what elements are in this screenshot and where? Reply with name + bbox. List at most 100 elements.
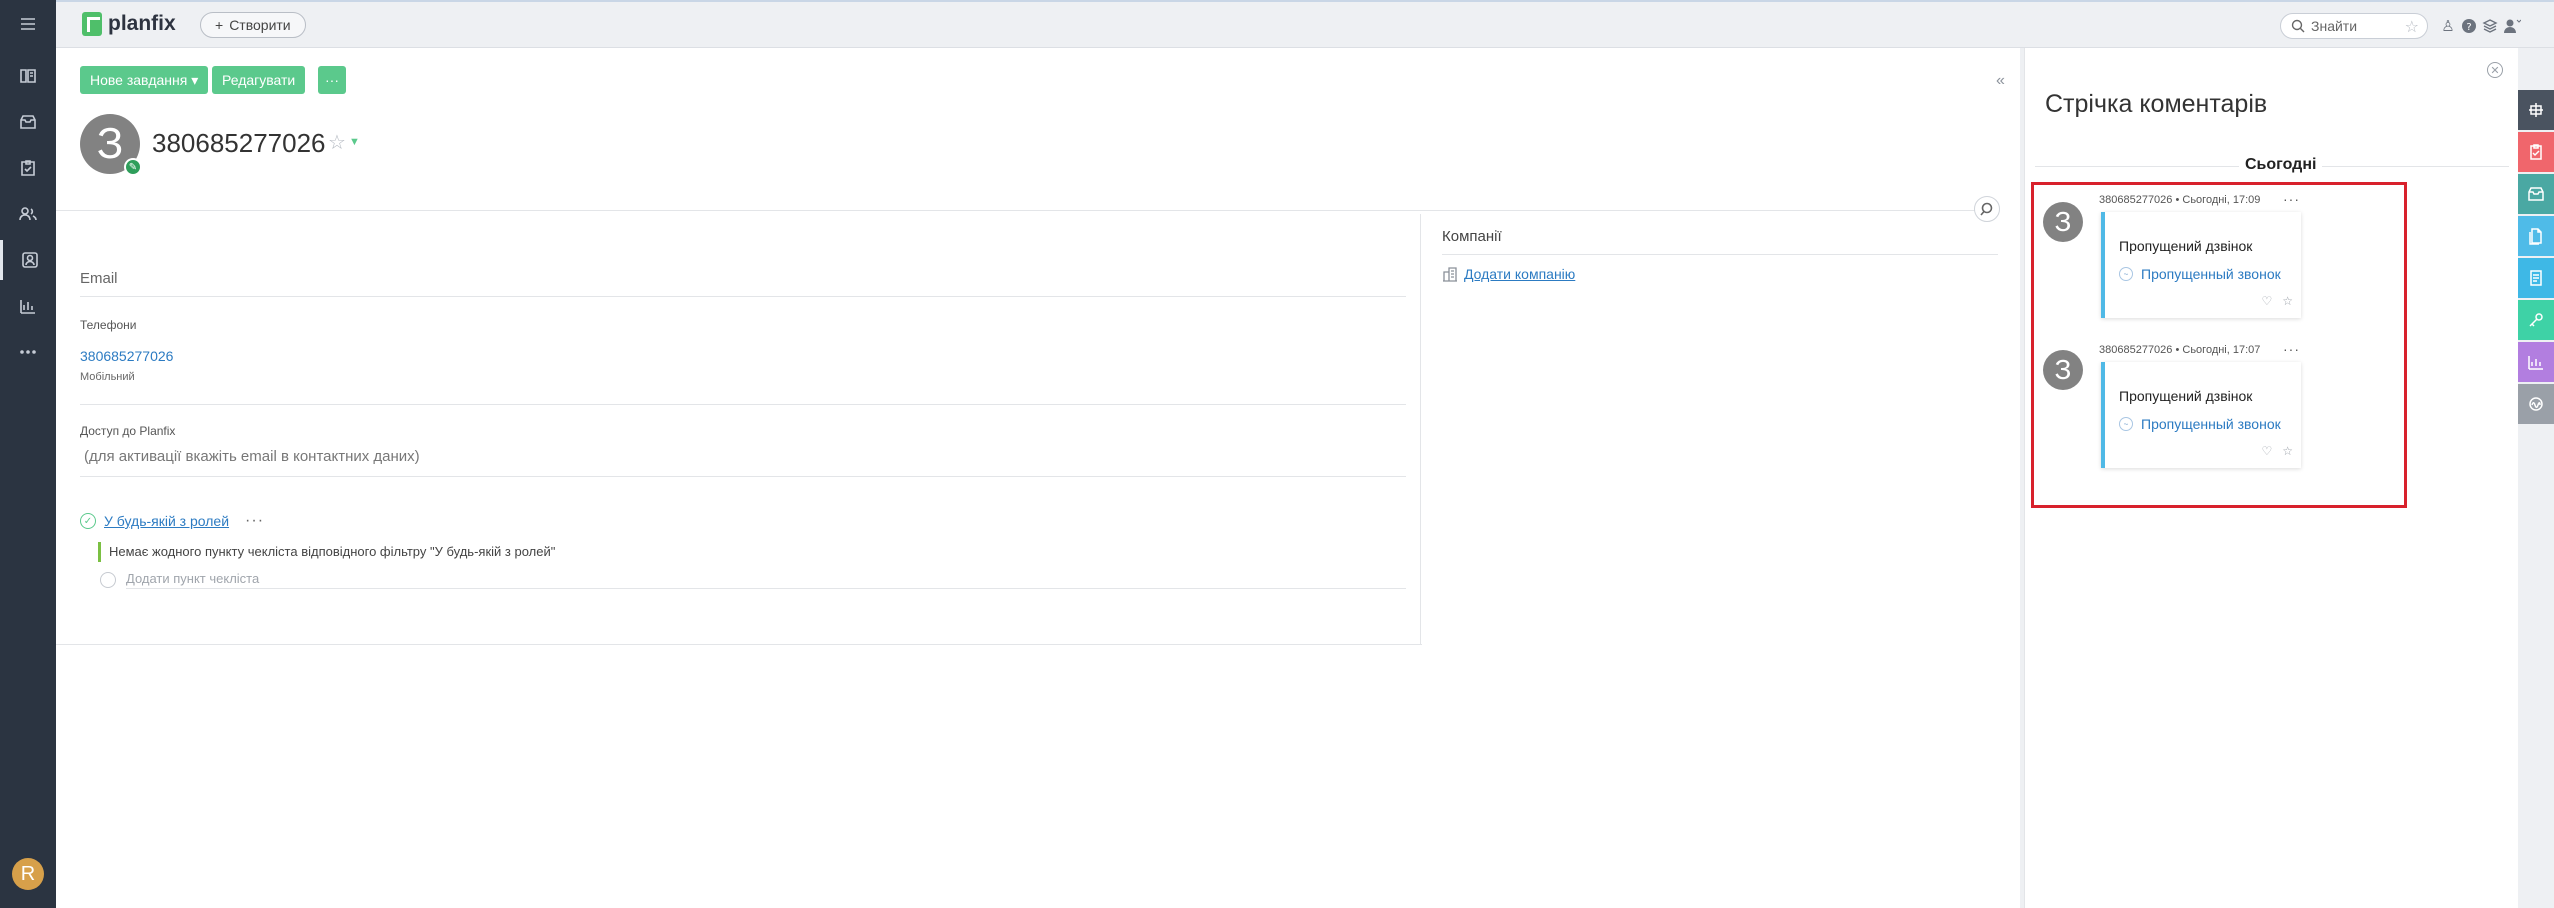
companies-title: Компанії [1442,228,1502,245]
add-company-link[interactable]: Додати компанію [1464,266,1575,282]
left-navigation: R [0,0,56,908]
checklist-empty-note: Немає жодного пункту чекліста відповідно… [98,542,555,562]
search-icon [1980,202,1993,216]
strip-organizer-icon[interactable] [2518,90,2554,130]
field-divider [80,296,1406,297]
comment-avatar: З [2043,202,2083,242]
phones-label: Телефони [80,318,137,332]
new-task-button[interactable]: Нове завдання ▾ [80,66,209,94]
call-icon: ~ [2119,267,2133,281]
user-menu-icon[interactable] [2502,16,2522,36]
nav-projects-icon[interactable] [0,56,56,96]
phone-link[interactable]: 380685277026 [80,348,173,364]
add-checklist-item[interactable]: Додати пункт чекліста [100,571,1406,589]
close-icon[interactable]: ✕ [2487,62,2503,78]
more-actions-button[interactable]: ··· [318,66,346,94]
strip-calls-icon[interactable] [2518,384,2554,424]
comment-call-link[interactable]: ~ Пропущенный звонок [2119,266,2281,282]
planfix-logo-icon [82,12,102,36]
access-hint: (для активації вкажіть email в контактни… [84,448,420,465]
search-comments-button[interactable] [1974,196,2000,222]
edit-button[interactable]: Редагувати [212,66,306,94]
comment-avatar: З [2043,350,2083,390]
comments-panel: ✕ Стрічка коментарів Сьогодні З 38068527… [2024,48,2518,908]
right-tools-strip [2518,48,2554,908]
nav-tasks-icon[interactable] [0,148,56,188]
strip-keys-icon[interactable] [2518,300,2554,340]
add-checklist-item-input[interactable]: Додати пункт чекліста [126,571,1406,589]
favorite-star-icon[interactable]: ☆ [2282,444,2293,458]
comment-card: Пропущений дзвінок ~ Пропущенный звонок … [2101,362,2301,468]
day-label: Сьогодні [2239,156,2323,174]
comment-more-icon[interactable]: ··· [2283,341,2300,357]
comment-link-text[interactable]: Пропущенный звонок [2141,416,2281,432]
comment-title: Пропущений дзвінок [2119,238,2253,254]
contact-name: 380685277026 [152,128,326,158]
phone-type: Мобільний [80,371,135,383]
checklist-header: ✓ У будь-якій з ролей ··· [80,512,264,530]
call-icon: ~ [2119,417,2133,431]
comment-card: Пропущений дзвінок ~ Пропущенный звонок … [2101,212,2301,318]
edit-badge-icon[interactable]: ✎ [124,158,142,176]
building-icon [1443,267,1457,282]
add-item-circle-icon [100,572,116,588]
svg-text:?: ? [2466,22,2471,33]
comments-panel-title: Стрічка коментарів [2045,90,2268,118]
collapse-panel-icon[interactable]: « [1996,72,2005,90]
layers-icon[interactable] [2480,16,2500,36]
contact-avatar: З ✎ [80,114,142,176]
comment-avatar-letter: З [2054,354,2072,385]
email-field-label: Email [80,270,118,287]
comment-meta: 380685277026 • Сьогодні, 17:09 [2099,194,2261,206]
caret-down-icon[interactable]: ▼ [349,136,360,148]
field-divider [80,476,1406,477]
planfix-logo[interactable]: planfix [82,12,176,36]
checklist-check-icon: ✓ [80,513,96,529]
logo-text: planfix [108,12,176,35]
nav-contact-card-icon[interactable] [0,240,56,280]
comment-avatar-letter: З [2054,206,2072,237]
top-bar: planfix + Створити Знайти ☆ ♙ ? [56,0,2554,48]
like-heart-icon[interactable]: ♡ [2261,444,2272,458]
strip-analytics-icon[interactable] [2518,342,2554,382]
contact-avatar-letter: З [96,119,124,168]
strip-notes-icon[interactable] [2518,258,2554,298]
checklist-more-button[interactable]: ··· [245,512,264,530]
strip-inbox-icon[interactable] [2518,174,2554,214]
plus-icon: + [215,17,224,33]
field-divider [80,404,1406,405]
menu-icon[interactable] [0,4,56,44]
create-button[interactable]: + Створити [200,12,306,38]
comment-more-icon[interactable]: ··· [2283,191,2300,207]
like-heart-icon[interactable]: ♡ [2261,294,2272,308]
nav-inbox-icon[interactable] [0,102,56,142]
nav-contacts-icon[interactable] [0,194,56,234]
favorite-star-icon[interactable]: ☆ [2282,294,2293,308]
help-icon[interactable]: ? [2459,16,2479,36]
comment-actions: ♡ ☆ [2261,294,2293,308]
pin-icon[interactable]: ♙ [2438,16,2458,36]
favorite-star-icon[interactable]: ☆ [2405,17,2419,37]
comment-title: Пропущений дзвінок [2119,388,2253,404]
comment-meta: 380685277026 • Сьогодні, 17:07 [2099,344,2261,356]
nav-reports-icon[interactable] [0,286,56,326]
contact-main-panel: Нове завдання ▾ Редагувати ··· « З ✎ 380… [56,48,2020,908]
user-avatar[interactable]: R [12,858,44,890]
favorite-star-icon[interactable]: ☆ [328,130,346,155]
header-divider [56,210,1998,211]
access-label: Доступ до Planfix [80,424,176,438]
search-input[interactable]: Знайти ☆ [2280,13,2428,39]
checklist-filter-link[interactable]: У будь-якій з ролей [104,513,229,529]
comment-actions: ♡ ☆ [2261,444,2293,458]
bottom-divider [56,644,1422,645]
search-placeholder: Знайти [2311,18,2358,34]
comment-link-text[interactable]: Пропущенный звонок [2141,266,2281,282]
comment-call-link[interactable]: ~ Пропущенный звонок [2119,416,2281,432]
strip-tasks-icon[interactable] [2518,132,2554,172]
create-label: Створити [229,17,291,33]
companies-divider [1442,254,1998,255]
add-company[interactable]: Додати компанію [1442,266,1575,282]
strip-documents-icon[interactable] [2518,216,2554,256]
column-divider [1420,214,1421,644]
nav-more-icon[interactable] [0,332,56,372]
